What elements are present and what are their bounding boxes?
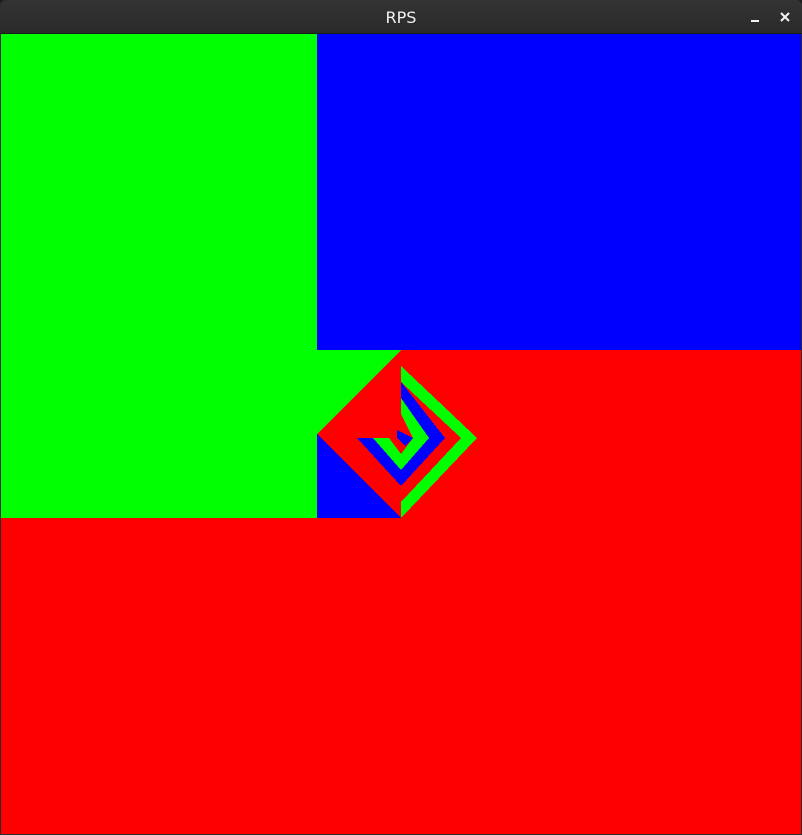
paper-region [1, 34, 317, 518]
minimize-icon [751, 20, 759, 22]
close-icon [780, 12, 790, 22]
window-title: RPS [385, 8, 417, 27]
simulation-grid [1, 34, 801, 834]
app-window: RPS [0, 0, 802, 835]
game-canvas[interactable] [1, 34, 801, 834]
minimize-button[interactable] [744, 6, 766, 28]
scissors-region [317, 34, 801, 350]
title-bar[interactable]: RPS [0, 0, 802, 34]
close-button[interactable] [774, 6, 796, 28]
